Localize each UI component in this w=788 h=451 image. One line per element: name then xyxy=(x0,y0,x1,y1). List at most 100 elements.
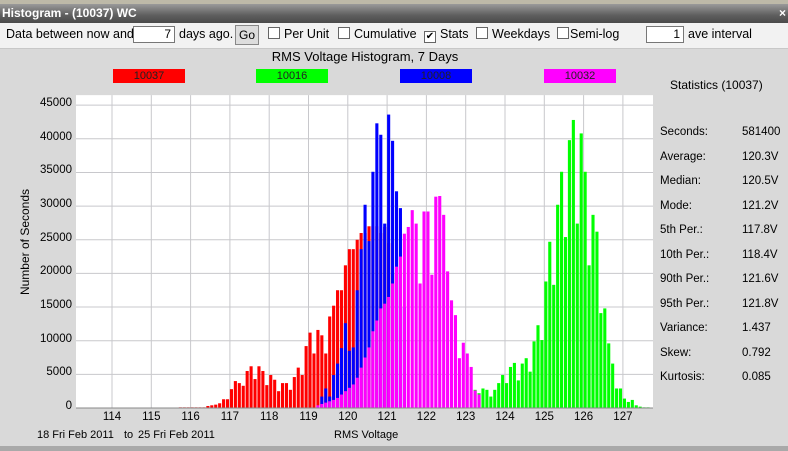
bar-10032 xyxy=(477,394,481,408)
stat-value: 1.437 xyxy=(742,322,771,334)
stat-row: 10th Per.: 118.4V xyxy=(660,249,780,261)
stat-row: Seconds: 581400 xyxy=(660,126,780,138)
bar-10016 xyxy=(493,389,497,408)
stat-label: Kurtosis: xyxy=(660,371,705,383)
bar-10016 xyxy=(520,363,524,408)
stat-value: 120.5V xyxy=(742,175,779,187)
bar-10032 xyxy=(453,315,458,408)
stat-label: Average: xyxy=(660,150,706,163)
bar-10032 xyxy=(387,296,391,408)
bar-10037 xyxy=(265,385,269,408)
x-tick-label: 119 xyxy=(299,411,318,423)
bar-10032 xyxy=(351,384,355,408)
stat-label: 10th Per.: xyxy=(660,248,710,261)
stat-row: Kurtosis: 0.085 xyxy=(660,371,780,383)
bar-10037 xyxy=(308,332,312,408)
bar-10032 xyxy=(430,274,434,408)
statistics-title: Statistics (10037) xyxy=(670,78,763,92)
stat-value: 581400 xyxy=(742,126,781,138)
y-tick-label: 35000 xyxy=(40,164,72,177)
bar-10037 xyxy=(249,366,253,408)
bar-10016 xyxy=(489,396,493,408)
bar-10016 xyxy=(579,133,583,408)
bar-10016 xyxy=(583,171,587,408)
stat-label: Variance: xyxy=(660,322,708,334)
x-tick-label: 115 xyxy=(142,411,161,423)
bar-10032 xyxy=(375,320,379,408)
bar-10016 xyxy=(560,171,564,408)
bar-10037 xyxy=(312,353,316,408)
bar-10016 xyxy=(508,366,513,408)
x-tick-label: 123 xyxy=(456,411,476,423)
bar-10032 xyxy=(426,211,430,408)
bar-10016 xyxy=(611,363,615,408)
bar-10016 xyxy=(599,313,603,408)
bar-10016 xyxy=(563,237,568,408)
bar-10016 xyxy=(607,343,611,408)
bar-10016 xyxy=(536,325,540,408)
bar-10037 xyxy=(253,379,257,408)
x-tick-label: 125 xyxy=(534,411,554,423)
y-tick-label: 30000 xyxy=(40,198,72,211)
x-tick-label: 121 xyxy=(377,411,397,423)
bar-10032 xyxy=(457,358,461,408)
y-tick-label: 10000 xyxy=(40,332,72,345)
stat-value: 121.2V xyxy=(742,199,779,212)
bar-10037 xyxy=(214,404,218,408)
bar-10032 xyxy=(336,397,340,408)
x-tick-label: 117 xyxy=(220,411,240,423)
stat-row: Median: 120.5V xyxy=(660,175,780,187)
bar-10037 xyxy=(222,399,226,408)
x-tick-label: 114 xyxy=(102,411,122,423)
bar-10037 xyxy=(277,391,281,408)
bar-10032 xyxy=(320,403,324,408)
bar-10037 xyxy=(296,367,300,408)
stat-row: 90th Per.: 121.6V xyxy=(660,273,780,285)
bar-10032 xyxy=(394,266,399,408)
date-to-label: to xyxy=(124,429,134,441)
bar-10032 xyxy=(363,357,367,408)
bar-10016 xyxy=(591,214,595,408)
bar-10037 xyxy=(233,381,237,408)
bar-10016 xyxy=(501,375,505,408)
bar-10032 xyxy=(391,283,395,408)
bar-10032 xyxy=(367,347,371,408)
stat-row: Mode: 121.2V xyxy=(660,200,780,212)
bar-10016 xyxy=(603,308,607,408)
bar-10032 xyxy=(410,210,414,408)
bar-10016 xyxy=(567,140,571,408)
bar-10032 xyxy=(371,331,375,408)
bar-10037 xyxy=(328,316,332,408)
bar-10032 xyxy=(473,390,477,408)
bar-10032 xyxy=(469,366,473,408)
bar-10016 xyxy=(587,265,591,408)
bar-10032 xyxy=(418,283,422,408)
y-tick-label: 0 xyxy=(65,400,72,412)
stat-label: Seconds: xyxy=(660,126,708,138)
bar-10032 xyxy=(465,353,469,408)
y-tick-label: 45000 xyxy=(40,97,72,110)
bar-10037 xyxy=(284,383,289,408)
bar-10032 xyxy=(434,196,438,408)
bar-10032 xyxy=(343,391,347,408)
bar-10037 xyxy=(237,383,241,408)
bar-10032 xyxy=(332,399,336,408)
y-tick-label: 20000 xyxy=(40,265,72,278)
stat-label: 90th Per.: xyxy=(660,273,710,285)
stat-value: 0.085 xyxy=(742,371,771,383)
bar-10032 xyxy=(446,271,450,408)
stat-label: Mode: xyxy=(660,199,692,212)
bar-10037 xyxy=(269,375,273,408)
bar-10032 xyxy=(442,214,446,408)
bar-10016 xyxy=(524,358,528,408)
x-axis-label: RMS Voltage xyxy=(334,429,399,441)
bar-10016 xyxy=(626,401,630,408)
bar-10032 xyxy=(422,211,426,408)
bar-10032 xyxy=(383,303,387,408)
bar-10016 xyxy=(544,281,548,408)
bar-10016 xyxy=(548,241,552,408)
bar-10037 xyxy=(300,375,304,408)
x-tick-label: 120 xyxy=(338,411,358,423)
bar-10037 xyxy=(304,346,308,408)
bar-10032 xyxy=(398,256,402,408)
